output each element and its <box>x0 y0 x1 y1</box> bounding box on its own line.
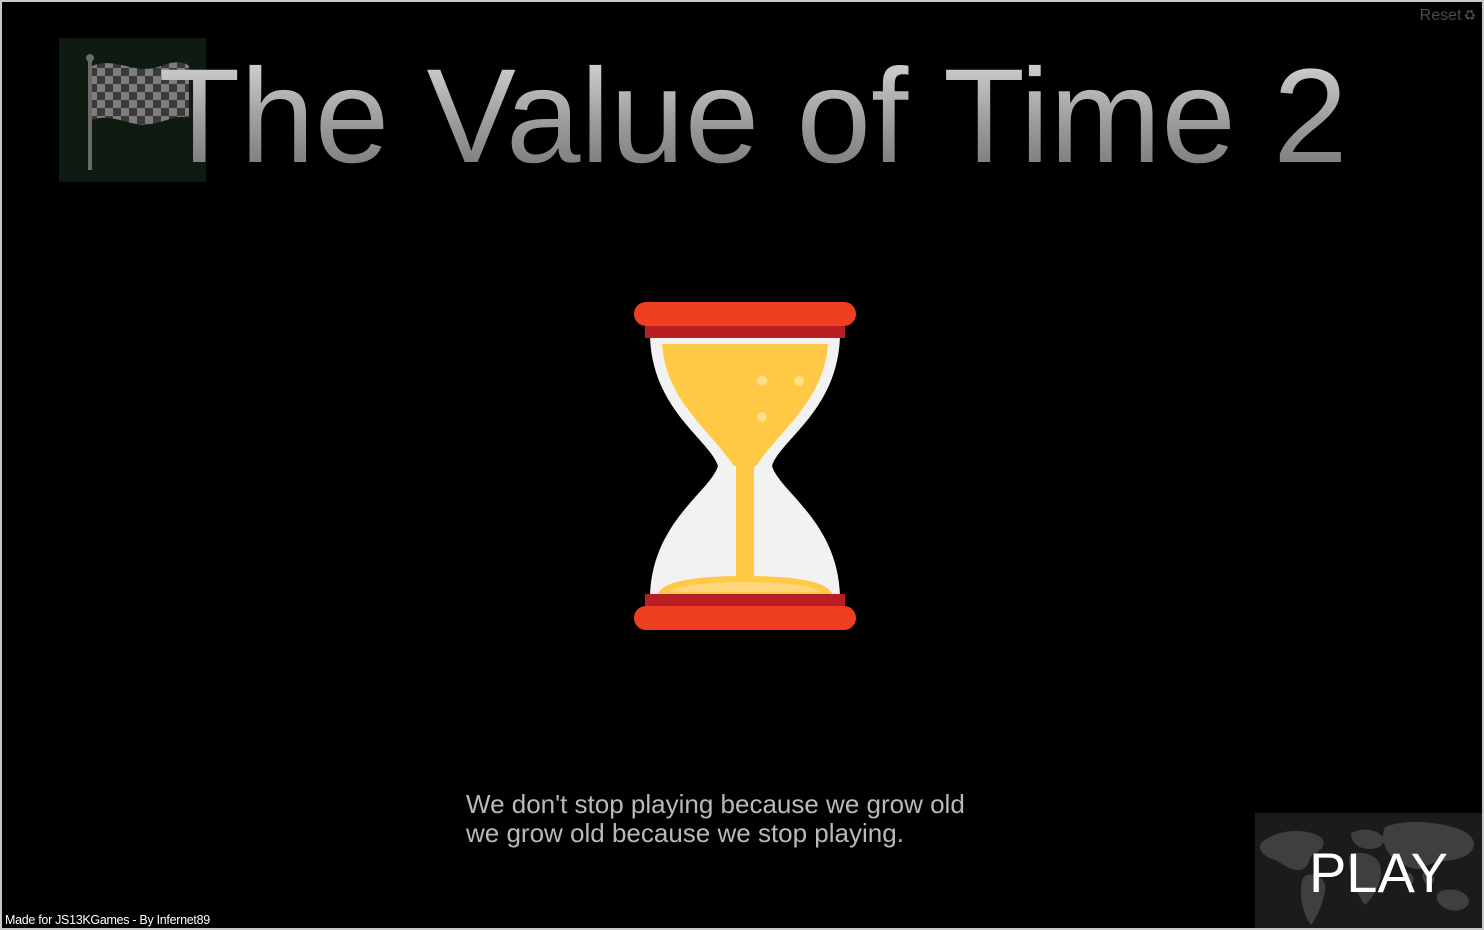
game-canvas[interactable]: The Value of Time 2 Reset ♻ We don't sto… <box>0 0 1484 930</box>
play-button[interactable]: PLAY <box>1255 813 1482 928</box>
quote-line-1: We don't stop playing because we grow ol… <box>466 789 965 819</box>
reset-label: Reset <box>1419 7 1462 24</box>
reset-button[interactable]: Reset ♻ <box>1420 7 1476 25</box>
play-label: PLAY <box>1308 841 1448 904</box>
quote-line-2: we grow old because we stop playing. <box>466 818 904 848</box>
credit-text: Made for JS13KGames - By Infernet89 <box>5 913 210 927</box>
game-title: The Value of Time 2 <box>2 42 1482 192</box>
recycle-icon: ♻ <box>1463 7 1476 23</box>
quote-text: We don't stop playing because we grow ol… <box>466 790 965 848</box>
hourglass-icon <box>632 300 858 639</box>
